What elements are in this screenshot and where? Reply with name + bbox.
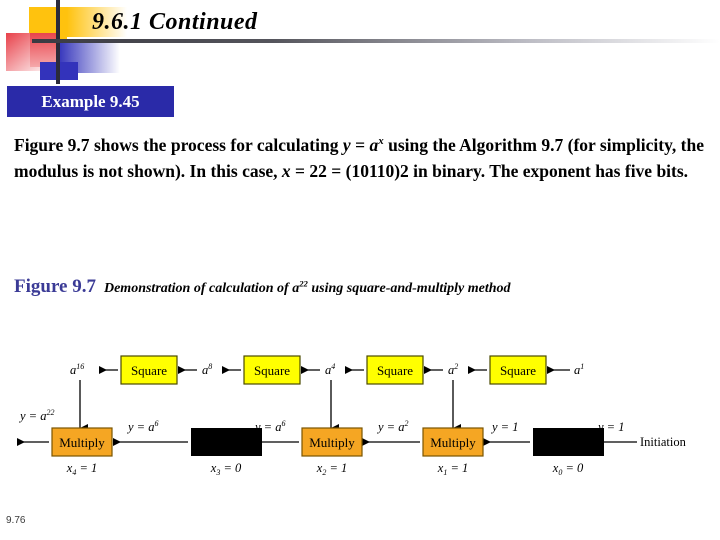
example-banner: Example 9.45 [7,86,174,117]
figure-caption: Figure 9.7 Demonstration of calculation o… [14,276,511,298]
decoration-blue-square [40,62,78,80]
body-text-part-3: = 22 = (10110)2 in binary. The exponent … [290,160,689,181]
top-label-a1: a1 [574,362,584,377]
body-paragraph: Figure 9.7 shows the process for calcula… [14,133,704,184]
top-label-a16: a16 [70,362,84,377]
square-box-4-label: Square [131,363,167,378]
multiply-box-x4-label: Multiply [59,435,105,450]
bottom-label-y-a6-left: y = a6 [126,419,158,434]
bit-label-x4: x4 = 1 [66,461,98,477]
body-equals: = [350,135,370,155]
body-variable-x: x [281,160,291,181]
figure-caption-exponent: 22 [299,278,308,289]
page-number: 9.76 [6,515,26,526]
top-label-a2: a2 [448,362,458,377]
title-horizontal-rule [32,39,720,43]
page-title: 9.6.1 Continued [92,9,258,35]
bottom-label-y1-mid: y = 1 [490,420,518,434]
body-variable-y: y [342,135,351,155]
multiply-box-x1-label: Multiply [430,435,476,450]
figure-caption-text-b: using square-and-multiply method [307,281,511,296]
bit-label-x2: x2 = 1 [316,461,348,477]
body-variable-a: a [369,135,379,155]
square-box-3-label: Square [254,363,290,378]
black-box-x0 [533,428,604,456]
figure-caption-number: Figure 9.7 [14,276,96,297]
initiation-label: Initiation [640,435,687,449]
top-label-a8: a8 [202,362,212,377]
figure-caption-text: Demonstration of calculation of a22 usin… [103,278,511,296]
bit-label-x3: x3 = 0 [210,461,242,477]
example-banner-label: Example 9.45 [41,91,140,111]
figure-caption-text-a: Demonstration of calculation of [103,281,293,296]
bit-label-x1: x1 = 1 [437,461,469,477]
square-box-2-label: Square [377,363,413,378]
black-box-x3 [191,428,262,456]
figure-diagram: a1 Square a2 Square a4 Square a8 Square … [0,336,720,486]
bottom-label-y-a22: y = a22 [18,408,54,423]
multiply-box-x2-label: Multiply [309,435,355,450]
decoration-blue-gradient [58,41,120,73]
bit-label-x0: x0 = 0 [552,461,584,477]
body-text-part-1: Figure 9.7 shows the process for calcula… [14,135,343,155]
square-box-1-label: Square [500,363,536,378]
bottom-label-y-a2: y = a2 [376,419,408,434]
top-label-a4: a4 [325,362,335,377]
